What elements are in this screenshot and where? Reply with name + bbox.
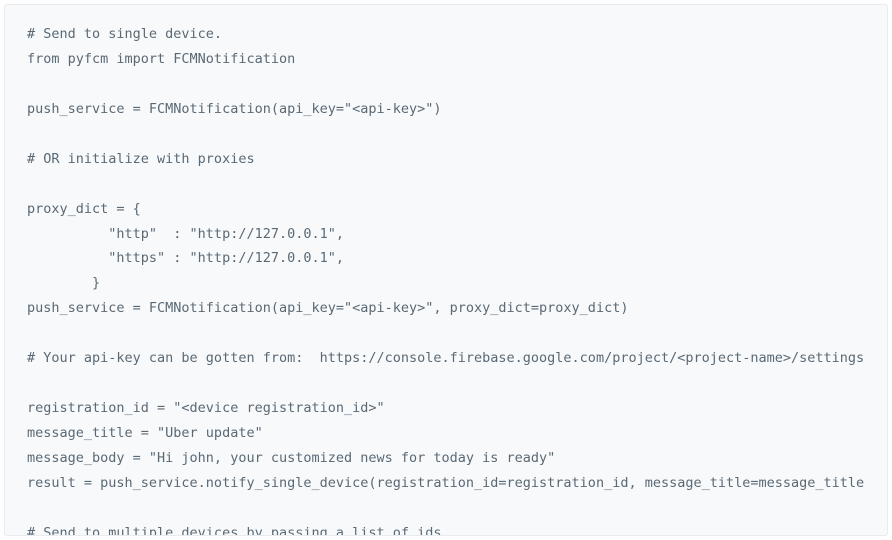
code-content: # Send to single device. from pyfcm impo…	[27, 26, 872, 536]
code-block: # Send to single device. from pyfcm impo…	[4, 4, 888, 536]
